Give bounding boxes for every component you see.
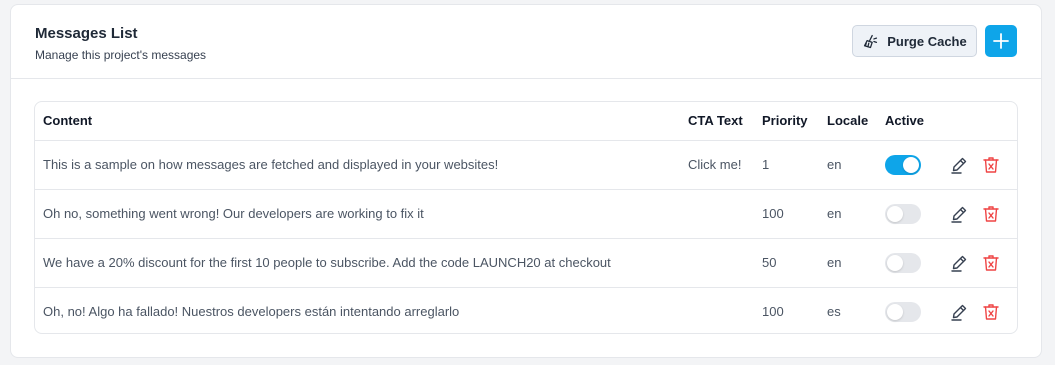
message-priority: 1 <box>754 140 819 190</box>
column-header-priority: Priority <box>754 102 819 141</box>
column-header-locale: Locale <box>819 102 877 141</box>
message-locale: en <box>819 238 877 288</box>
message-priority: 100 <box>762 304 784 320</box>
active-toggle[interactable] <box>885 252 921 273</box>
table-row: Oh no, something went wrong! Our develop… <box>35 189 1017 239</box>
active-toggle[interactable] <box>885 301 921 322</box>
purge-cache-button[interactable]: Purge Cache <box>852 25 977 57</box>
purge-cache-label: Purge Cache <box>887 33 967 49</box>
message-actions-cell <box>937 140 1017 190</box>
active-toggle[interactable] <box>885 154 921 175</box>
edit-icon[interactable] <box>949 155 969 175</box>
message-locale: en <box>819 140 877 190</box>
page-title: Messages List <box>35 25 138 42</box>
message-cta-text: Click me! <box>680 140 754 190</box>
message-content: Oh no, something went wrong! Our develop… <box>35 189 680 239</box>
column-header-content: Content <box>35 102 680 141</box>
add-message-button[interactable] <box>985 25 1017 57</box>
message-actions-cell <box>937 189 1017 239</box>
message-cta-text <box>680 189 754 239</box>
trash-icon[interactable] <box>981 302 1001 322</box>
table-row: Oh, no! Algo ha fallado! Nuestros develo… <box>35 287 1017 333</box>
message-priority: 100 <box>754 189 819 239</box>
plus-icon <box>992 32 1010 50</box>
messages-card: Messages List Manage this project's mess… <box>10 4 1042 358</box>
message-active-cell <box>877 189 937 239</box>
message-actions-cell <box>937 287 1017 333</box>
trash-icon[interactable] <box>981 204 1001 224</box>
message-locale: en <box>819 189 877 239</box>
column-header-actions <box>937 102 1017 141</box>
message-priority: 50 <box>754 238 819 288</box>
message-content: We have a 20% discount for the first 10 … <box>35 238 680 288</box>
active-toggle[interactable] <box>885 203 921 224</box>
table-row: This is a sample on how messages are fet… <box>35 140 1017 190</box>
message-content: Oh, no! Algo ha fallado! Nuestros develo… <box>43 304 460 320</box>
message-content: This is a sample on how messages are fet… <box>35 140 680 190</box>
message-actions-cell <box>937 238 1017 288</box>
table-header-row: Content CTA Text Priority Locale Active <box>35 102 1017 141</box>
message-cta-text <box>680 238 754 288</box>
message-active-cell <box>877 287 937 333</box>
toggle-knob <box>887 254 903 271</box>
edit-icon[interactable] <box>949 204 969 224</box>
messages-table: Content CTA Text Priority Locale Active … <box>34 101 1018 334</box>
card-header: Messages List Manage this project's mess… <box>11 5 1041 79</box>
message-cta-text <box>680 287 754 333</box>
edit-icon[interactable] <box>949 302 969 322</box>
toggle-knob <box>887 205 903 222</box>
page-subtitle: Manage this project's messages <box>35 48 207 62</box>
broom-icon <box>862 33 879 50</box>
trash-icon[interactable] <box>981 253 1001 273</box>
column-header-cta: CTA Text <box>680 102 754 141</box>
message-active-cell <box>877 238 937 288</box>
message-active-cell <box>877 140 937 190</box>
message-locale: es <box>827 304 841 320</box>
edit-icon[interactable] <box>949 253 969 273</box>
table-row: We have a 20% discount for the first 10 … <box>35 238 1017 288</box>
column-header-active: Active <box>877 102 937 141</box>
trash-icon[interactable] <box>981 155 1001 175</box>
toggle-knob <box>903 156 919 173</box>
toggle-knob <box>887 303 903 320</box>
